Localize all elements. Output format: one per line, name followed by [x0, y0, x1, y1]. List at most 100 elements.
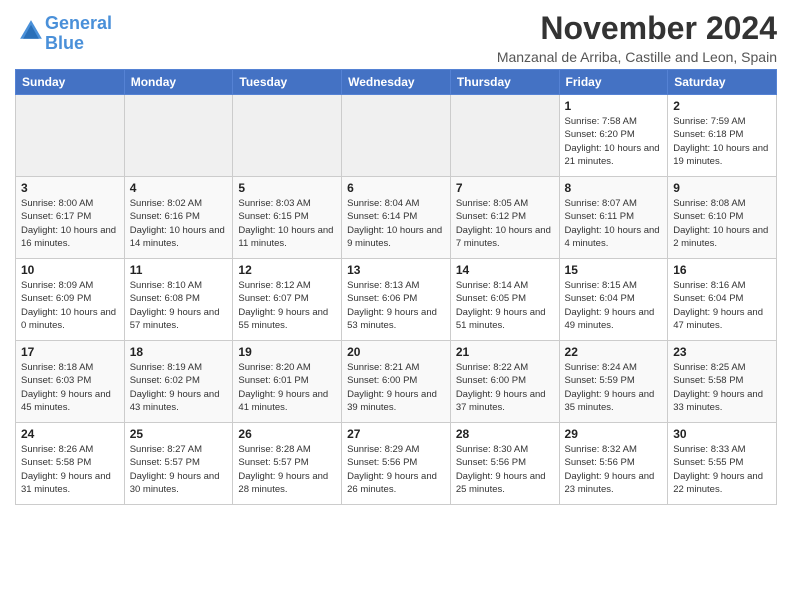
calendar-cell: 13Sunrise: 8:13 AM Sunset: 6:06 PM Dayli… — [342, 259, 451, 341]
calendar-cell: 2 Sunrise: 7:59 AM Sunset: 6:18 PM Daylig… — [668, 95, 777, 177]
day-number: 6 — [347, 181, 445, 195]
day-info: Sunrise: 8:04 AM Sunset: 6:14 PM Dayligh… — [347, 197, 445, 250]
calendar-cell: 12 Sunrise: 8:12 AM Sunset: 6:07 PM Dayli… — [233, 259, 342, 341]
calendar-cell: 6 Sunrise: 8:04 AM Sunset: 6:14 PM Daylig… — [342, 177, 451, 259]
weekday-header-sunday: Sunday — [16, 70, 125, 95]
day-number: 26 — [238, 427, 336, 441]
calendar-cell: 8 Sunrise: 8:07 AM Sunset: 6:11 PM Daylig… — [559, 177, 668, 259]
day-number: 12 — [238, 263, 336, 277]
calendar-cell: 5 Sunrise: 8:03 AM Sunset: 6:15 PM Daylig… — [233, 177, 342, 259]
day-info: Sunrise: 8:28 AM Sunset: 5:57 PM Dayligh… — [238, 443, 336, 496]
calendar-cell: 28 Sunrise: 8:30 AM Sunset: 5:56 PM Dayli… — [450, 423, 559, 505]
day-number: 17 — [21, 345, 119, 359]
day-number: 23 — [673, 345, 771, 359]
day-info: Sunrise: 8:03 AM Sunset: 6:15 PM Dayligh… — [238, 197, 336, 250]
calendar-cell: 15Sunrise: 8:15 AM Sunset: 6:04 PM Dayli… — [559, 259, 668, 341]
calendar-cell: 25 Sunrise: 8:27 AM Sunset: 5:57 PM Dayli… — [124, 423, 233, 505]
week-row-3: 10 Sunrise: 8:09 AM Sunset: 6:09 PM Dayli… — [16, 259, 777, 341]
day-info: Sunrise: 8:29 AM Sunset: 5:56 PM Dayligh… — [347, 443, 445, 496]
calendar-cell: 20 Sunrise: 8:21 AM Sunset: 6:00 PM Dayli… — [342, 341, 451, 423]
day-info: Sunrise: 8:18 AM Sunset: 6:03 PM Dayligh… — [21, 361, 119, 414]
day-info: Sunrise: 8:08 AM Sunset: 6:10 PM Dayligh… — [673, 197, 771, 250]
calendar-cell: 29Sunrise: 8:32 AM Sunset: 5:56 PM Dayli… — [559, 423, 668, 505]
day-number: 3 — [21, 181, 119, 195]
logo-icon — [17, 17, 45, 45]
calendar-table: SundayMondayTuesdayWednesdayThursdayFrid… — [15, 69, 777, 505]
day-number: 4 — [130, 181, 228, 195]
day-number: 20 — [347, 345, 445, 359]
weekday-header-saturday: Saturday — [668, 70, 777, 95]
day-number: 2 — [673, 99, 771, 113]
calendar-cell: 24 Sunrise: 8:26 AM Sunset: 5:58 PM Dayli… — [16, 423, 125, 505]
calendar-cell — [450, 95, 559, 177]
day-number: 11 — [130, 263, 228, 277]
day-info: Sunrise: 8:02 AM Sunset: 6:16 PM Dayligh… — [130, 197, 228, 250]
logo: General Blue — [15, 14, 112, 54]
calendar-cell: 11 Sunrise: 8:10 AM Sunset: 6:08 PM Dayli… — [124, 259, 233, 341]
day-info: Sunrise: 7:59 AM Sunset: 6:18 PM Dayligh… — [673, 115, 771, 168]
weekday-header: SundayMondayTuesdayWednesdayThursdayFrid… — [16, 70, 777, 95]
day-number: 27 — [347, 427, 445, 441]
day-info: Sunrise: 8:24 AM Sunset: 5:59 PM Dayligh… — [565, 361, 663, 414]
day-number: 5 — [238, 181, 336, 195]
calendar-cell — [124, 95, 233, 177]
day-number: 7 — [456, 181, 554, 195]
calendar-cell: 3Sunrise: 8:00 AM Sunset: 6:17 PM Daylig… — [16, 177, 125, 259]
weekday-header-tuesday: Tuesday — [233, 70, 342, 95]
day-number: 15 — [565, 263, 663, 277]
calendar-cell: 26 Sunrise: 8:28 AM Sunset: 5:57 PM Dayli… — [233, 423, 342, 505]
calendar-cell: 10 Sunrise: 8:09 AM Sunset: 6:09 PM Dayli… — [16, 259, 125, 341]
day-number: 22 — [565, 345, 663, 359]
day-info: Sunrise: 8:19 AM Sunset: 6:02 PM Dayligh… — [130, 361, 228, 414]
weekday-header-thursday: Thursday — [450, 70, 559, 95]
calendar-cell — [233, 95, 342, 177]
calendar-subtitle: Manzanal de Arriba, Castille and Leon, S… — [497, 49, 777, 65]
day-number: 9 — [673, 181, 771, 195]
weekday-header-friday: Friday — [559, 70, 668, 95]
day-info: Sunrise: 8:25 AM Sunset: 5:58 PM Dayligh… — [673, 361, 771, 414]
day-number: 14 — [456, 263, 554, 277]
calendar-cell — [16, 95, 125, 177]
calendar-cell: 21Sunrise: 8:22 AM Sunset: 6:00 PM Dayli… — [450, 341, 559, 423]
week-row-2: 3Sunrise: 8:00 AM Sunset: 6:17 PM Daylig… — [16, 177, 777, 259]
calendar-cell: 27 Sunrise: 8:29 AM Sunset: 5:56 PM Dayli… — [342, 423, 451, 505]
day-info: Sunrise: 8:05 AM Sunset: 6:12 PM Dayligh… — [456, 197, 554, 250]
calendar-title: November 2024 — [497, 10, 777, 47]
calendar-cell — [342, 95, 451, 177]
day-info: Sunrise: 8:22 AM Sunset: 6:00 PM Dayligh… — [456, 361, 554, 414]
day-number: 30 — [673, 427, 771, 441]
day-number: 1 — [565, 99, 663, 113]
logo-text: General Blue — [45, 14, 112, 54]
day-number: 25 — [130, 427, 228, 441]
day-info: Sunrise: 8:30 AM Sunset: 5:56 PM Dayligh… — [456, 443, 554, 496]
day-info: Sunrise: 7:58 AM Sunset: 6:20 PM Dayligh… — [565, 115, 663, 168]
day-info: Sunrise: 8:27 AM Sunset: 5:57 PM Dayligh… — [130, 443, 228, 496]
day-info: Sunrise: 8:16 AM Sunset: 6:04 PM Dayligh… — [673, 279, 771, 332]
day-info: Sunrise: 8:12 AM Sunset: 6:07 PM Dayligh… — [238, 279, 336, 332]
day-info: Sunrise: 8:20 AM Sunset: 6:01 PM Dayligh… — [238, 361, 336, 414]
week-row-5: 24 Sunrise: 8:26 AM Sunset: 5:58 PM Dayli… — [16, 423, 777, 505]
day-number: 13 — [347, 263, 445, 277]
day-number: 16 — [673, 263, 771, 277]
calendar-cell: 9 Sunrise: 8:08 AM Sunset: 6:10 PM Daylig… — [668, 177, 777, 259]
day-number: 29 — [565, 427, 663, 441]
day-info: Sunrise: 8:09 AM Sunset: 6:09 PM Dayligh… — [21, 279, 119, 332]
day-number: 10 — [21, 263, 119, 277]
calendar-cell: 23 Sunrise: 8:25 AM Sunset: 5:58 PM Dayli… — [668, 341, 777, 423]
calendar-cell: 16 Sunrise: 8:16 AM Sunset: 6:04 PM Dayli… — [668, 259, 777, 341]
day-number: 28 — [456, 427, 554, 441]
week-row-4: 17 Sunrise: 8:18 AM Sunset: 6:03 PM Dayli… — [16, 341, 777, 423]
calendar-cell: 14Sunrise: 8:14 AM Sunset: 6:05 PM Dayli… — [450, 259, 559, 341]
calendar-cell: 19Sunrise: 8:20 AM Sunset: 6:01 PM Dayli… — [233, 341, 342, 423]
weekday-header-wednesday: Wednesday — [342, 70, 451, 95]
day-info: Sunrise: 8:10 AM Sunset: 6:08 PM Dayligh… — [130, 279, 228, 332]
calendar-cell: 22 Sunrise: 8:24 AM Sunset: 5:59 PM Dayli… — [559, 341, 668, 423]
day-info: Sunrise: 8:21 AM Sunset: 6:00 PM Dayligh… — [347, 361, 445, 414]
day-number: 24 — [21, 427, 119, 441]
day-info: Sunrise: 8:07 AM Sunset: 6:11 PM Dayligh… — [565, 197, 663, 250]
day-number: 8 — [565, 181, 663, 195]
day-info: Sunrise: 8:26 AM Sunset: 5:58 PM Dayligh… — [21, 443, 119, 496]
day-info: Sunrise: 8:33 AM Sunset: 5:55 PM Dayligh… — [673, 443, 771, 496]
calendar-cell: 30 Sunrise: 8:33 AM Sunset: 5:55 PM Dayli… — [668, 423, 777, 505]
calendar-body: 1 Sunrise: 7:58 AM Sunset: 6:20 PM Daylig… — [16, 95, 777, 505]
